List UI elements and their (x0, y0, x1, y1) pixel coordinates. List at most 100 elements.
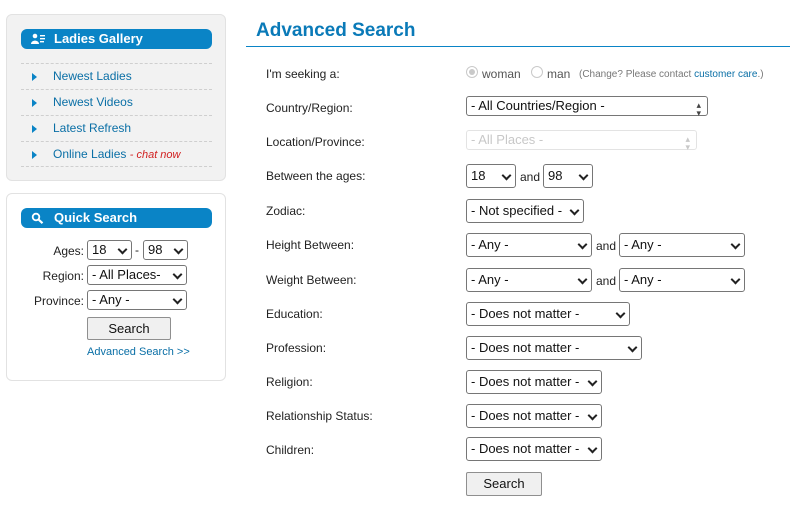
nav-item-newest-ladies[interactable]: Newest Ladies (21, 63, 212, 89)
chevron-down-icon (569, 205, 580, 216)
weight-and: and (596, 274, 617, 288)
chevron-down-icon (173, 244, 184, 255)
height-min-select[interactable]: - Any - (466, 233, 592, 257)
country-value: - All Countries/Region - (471, 98, 605, 113)
advanced-search-button[interactable]: Search (466, 472, 542, 496)
nav-item-label[interactable]: Newest Videos (53, 95, 133, 109)
nav-item-online-ladies[interactable]: Online Ladies - chat now (21, 141, 212, 167)
chat-now-label[interactable]: - chat now (130, 149, 181, 161)
weight-min-select[interactable]: - Any - (466, 268, 592, 292)
children-select[interactable]: - Does not matter - (466, 437, 602, 461)
qs-region-value: - All Places- (92, 267, 161, 282)
chevron-down-icon (587, 376, 598, 387)
height-min-value: - Any - (471, 237, 509, 252)
radio-man[interactable] (531, 66, 543, 78)
ages-label: Between the ages: (266, 169, 366, 183)
radio-man-label: man (547, 67, 571, 81)
children-value: - Does not matter - (471, 441, 580, 456)
triangle-right-icon (32, 73, 37, 81)
education-select[interactable]: - Does not matter - (466, 302, 630, 326)
age-min-select[interactable]: 18 (466, 164, 516, 188)
ladies-gallery-header: Ladies Gallery (21, 29, 212, 49)
weight-min-value: - Any - (471, 272, 509, 287)
chevron-down-icon (578, 170, 589, 181)
location-label: Location/Province: (266, 135, 365, 149)
nav-item-label[interactable]: Newest Ladies (53, 69, 132, 83)
chevron-down-icon (501, 170, 512, 181)
relationship-label: Relationship Status: (266, 409, 373, 423)
weight-max-select[interactable]: - Any - (619, 268, 745, 292)
customer-care-link[interactable]: customer care (694, 69, 757, 80)
zodiac-value: - Not specified - (471, 203, 563, 218)
search-icon (31, 212, 44, 224)
nav-item-label[interactable]: Latest Refresh (53, 121, 131, 135)
triangle-right-icon (32, 99, 37, 107)
chevron-down-icon (577, 239, 588, 250)
height-label: Height Between: (266, 238, 355, 252)
seeking-note: (Change? Please contact customer care.) (579, 69, 764, 80)
chevron-down-icon (172, 269, 183, 280)
nav-item-label[interactable]: Online Ladies (53, 147, 126, 161)
triangle-right-icon (32, 125, 37, 133)
age-max-select[interactable]: 98 (543, 164, 593, 188)
qs-region-label: Region: (42, 269, 84, 283)
qs-age-max-select[interactable]: 98 (143, 240, 188, 260)
education-label: Education: (266, 307, 323, 321)
qs-province-label: Province: (33, 294, 84, 308)
radio-woman[interactable] (466, 66, 478, 78)
age-min-value: 18 (471, 168, 486, 183)
ages-and: and (520, 170, 541, 184)
ladies-gallery-title: Ladies Gallery (54, 31, 143, 46)
nav-item-latest-refresh[interactable]: Latest Refresh (21, 115, 212, 141)
page-title: Advanced Search (256, 20, 416, 41)
qs-age-max-value: 98 (148, 242, 163, 257)
weight-max-value: - Any - (624, 272, 662, 287)
qs-search-button[interactable]: Search (87, 317, 171, 340)
relationship-select[interactable]: - Does not matter - (466, 404, 602, 428)
chevron-down-icon (587, 410, 598, 421)
profession-label: Profession: (266, 341, 327, 355)
children-label: Children: (266, 443, 315, 457)
gallery-nav-list: Newest Ladies Newest Videos Latest Refre… (21, 63, 212, 167)
qs-province-value: - Any - (92, 292, 130, 307)
weight-label: Weight Between: (266, 273, 357, 287)
chevron-down-icon (730, 239, 741, 250)
chevron-down-icon (587, 443, 598, 454)
qs-region-select[interactable]: - All Places- (87, 265, 187, 285)
qs-ages-label: Ages: (53, 244, 84, 258)
quick-search-header: Quick Search (21, 208, 212, 228)
qs-age-min-select[interactable]: 18 (87, 240, 132, 260)
profession-value: - Does not matter - (471, 340, 580, 355)
qs-ages-row: Ages: 18 - 98 (7, 240, 227, 262)
seeking-label: I'm seeking a: (266, 67, 340, 81)
height-max-value: - Any - (624, 237, 662, 252)
updown-icon: ▴ ▾ (696, 100, 701, 118)
profession-select[interactable]: - Does not matter - (466, 336, 642, 360)
country-select[interactable]: - All Countries/Region - ▴ ▾ (466, 96, 708, 118)
nav-item-newest-videos[interactable]: Newest Videos (21, 89, 212, 115)
location-select[interactable]: - All Places - ▴ ▾ (466, 130, 697, 152)
radio-woman-label: woman (482, 67, 521, 81)
location-value: - All Places - (471, 132, 544, 147)
zodiac-select[interactable]: - Not specified - (466, 199, 584, 223)
chevron-down-icon (117, 244, 128, 255)
quick-search-title: Quick Search (54, 210, 138, 225)
religion-value: - Does not matter - (471, 374, 580, 389)
age-max-value: 98 (548, 168, 563, 183)
quick-search-panel: Quick Search Ages: 18 - 98 Region: - All… (6, 193, 226, 381)
chevron-down-icon (577, 274, 588, 285)
religion-select[interactable]: - Does not matter - (466, 370, 602, 394)
advanced-search-link[interactable]: Advanced Search >> (87, 346, 190, 358)
qs-region-row: Region: - All Places- (7, 265, 227, 287)
chevron-down-icon (172, 294, 183, 305)
ladies-gallery-panel: Ladies Gallery Newest Ladies Newest Vide… (6, 14, 226, 181)
updown-icon: ▴ ▾ (685, 134, 690, 152)
qs-province-select[interactable]: - Any - (87, 290, 187, 310)
relationship-value: - Does not matter - (471, 408, 580, 423)
qs-age-sep: - (135, 243, 139, 257)
zodiac-label: Zodiac: (266, 204, 306, 218)
height-max-select[interactable]: - Any - (619, 233, 745, 257)
country-label: Country/Region: (266, 101, 353, 115)
religion-label: Religion: (266, 375, 313, 389)
qs-age-min-value: 18 (92, 242, 107, 257)
